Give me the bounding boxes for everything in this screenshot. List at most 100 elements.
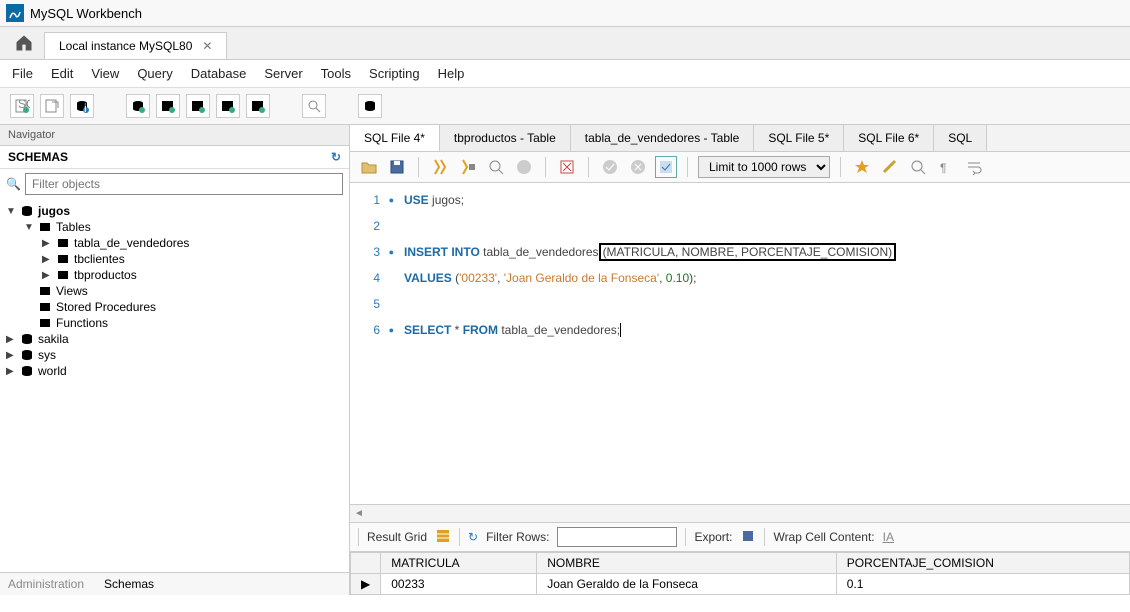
menu-file[interactable]: File — [12, 66, 33, 81]
line-number: 5 — [350, 291, 380, 317]
tab-administration[interactable]: Administration — [8, 577, 84, 591]
search-icon: 🔍 — [6, 177, 21, 191]
refresh-icon[interactable]: ↻ — [331, 150, 341, 164]
query-tab-vendedores[interactable]: tabla_de_vendedores - Table — [571, 125, 755, 151]
favorite-icon[interactable] — [851, 156, 873, 178]
connection-tab[interactable]: Local instance MySQL80 ✕ — [44, 32, 227, 59]
query-tab-tbproductos[interactable]: tbproductos - Table — [440, 125, 571, 151]
table-tbclientes[interactable]: tbclientes — [74, 252, 125, 266]
sql-editor[interactable]: 1 2 3 4 5 6 USE jugos; INSERT INTO tabla… — [350, 183, 1130, 504]
result-grid-label: Result Grid — [367, 530, 427, 544]
horizontal-scrollbar[interactable] — [350, 504, 1130, 522]
line-number: 1 — [350, 187, 380, 213]
table-tabla-de-vendedores[interactable]: tabla_de_vendedores — [74, 236, 189, 250]
execute-icon[interactable] — [429, 156, 451, 178]
new-table-icon[interactable] — [156, 94, 180, 118]
svg-text:¶: ¶ — [940, 161, 946, 175]
menu-query[interactable]: Query — [137, 66, 172, 81]
explain-icon[interactable] — [485, 156, 507, 178]
line-number: 4 — [350, 265, 380, 291]
open-sql-icon[interactable] — [40, 94, 64, 118]
schema-tree[interactable]: ▼jugos ▼Tables ▶tabla_de_vendedores ▶tbc… — [0, 199, 349, 572]
new-schema-icon[interactable] — [126, 94, 150, 118]
cell-porcentaje[interactable]: 0.1 — [836, 574, 1129, 595]
new-function-icon[interactable] — [246, 94, 270, 118]
filter-rows-input[interactable] — [557, 527, 677, 547]
wrap-icon[interactable] — [963, 156, 985, 178]
db-world[interactable]: world — [38, 364, 67, 378]
col-nombre[interactable]: NOMBRE — [537, 553, 837, 574]
line-number: 3 — [350, 239, 380, 265]
query-tab-more[interactable]: SQL — [934, 125, 987, 151]
autocommit-icon[interactable] — [655, 156, 677, 178]
menu-edit[interactable]: Edit — [51, 66, 73, 81]
home-button[interactable] — [4, 27, 44, 59]
main-toolbar: SQL i — [0, 88, 1130, 125]
close-icon[interactable]: ✕ — [202, 39, 212, 53]
execute-current-icon[interactable] — [457, 156, 479, 178]
filter-objects-input[interactable] — [25, 173, 343, 195]
cell-matricula[interactable]: 00233 — [381, 574, 537, 595]
filter-rows-label: Filter Rows: — [486, 530, 549, 544]
col-matricula[interactable]: MATRICULA — [381, 553, 537, 574]
table-row[interactable]: ▶ 00233 Joan Geraldo de la Fonseca 0.1 — [351, 574, 1130, 595]
open-file-icon[interactable] — [358, 156, 380, 178]
db-jugos[interactable]: jugos — [38, 204, 70, 218]
db-sakila[interactable]: sakila — [38, 332, 69, 346]
limit-rows-select[interactable]: Limit to 1000 rows — [698, 156, 830, 178]
app-title: MySQL Workbench — [30, 6, 142, 21]
new-procedure-icon[interactable] — [216, 94, 240, 118]
query-tab-sqlfile6[interactable]: SQL File 6* — [844, 125, 934, 151]
menu-tools[interactable]: Tools — [321, 66, 351, 81]
highlighted-columns: (MATRICULA, NOMBRE, PORCENTAJE_COMISION) — [599, 243, 897, 261]
folder-tables[interactable]: Tables — [56, 220, 91, 234]
query-tab-sqlfile5[interactable]: SQL File 5* — [754, 125, 844, 151]
line-number: 2 — [350, 213, 380, 239]
navigator-header: Navigator — [0, 125, 349, 146]
menu-view[interactable]: View — [91, 66, 119, 81]
export-label: Export: — [694, 530, 732, 544]
db-sys[interactable]: sys — [38, 348, 56, 362]
col-porcentaje[interactable]: PORCENTAJE_COMISION — [836, 553, 1129, 574]
find-icon[interactable] — [907, 156, 929, 178]
inspector-icon[interactable]: i — [70, 94, 94, 118]
editor-toolbar: Limit to 1000 rows ¶ — [350, 152, 1130, 183]
rebuild-icon[interactable] — [358, 94, 382, 118]
new-sql-tab-icon[interactable]: SQL — [10, 94, 34, 118]
menu-database[interactable]: Database — [191, 66, 247, 81]
menu-bar: File Edit View Query Database Server Too… — [0, 60, 1130, 88]
query-tab-sqlfile4[interactable]: SQL File 4* — [350, 125, 440, 152]
stop-on-error-icon[interactable] — [556, 156, 578, 178]
folder-functions[interactable]: Functions — [56, 316, 108, 330]
save-icon[interactable] — [386, 156, 408, 178]
menu-help[interactable]: Help — [438, 66, 465, 81]
navigator-panel: Navigator SCHEMAS ↻ 🔍 ▼jugos ▼Tables ▶ta… — [0, 125, 350, 595]
refresh-result-icon[interactable]: ↻ — [468, 530, 478, 544]
row-selector-icon[interactable]: ▶ — [351, 574, 381, 595]
cell-nombre[interactable]: Joan Geraldo de la Fonseca — [537, 574, 837, 595]
grid-view-icon[interactable] — [435, 528, 451, 547]
menu-server[interactable]: Server — [264, 66, 302, 81]
stop-icon[interactable] — [513, 156, 535, 178]
tab-schemas[interactable]: Schemas — [104, 577, 154, 591]
navigator-footer-tabs: Administration Schemas — [0, 572, 349, 595]
rollback-icon[interactable] — [627, 156, 649, 178]
export-icon[interactable] — [740, 528, 756, 547]
wrap-cell-icon[interactable]: IA — [883, 530, 894, 544]
beautify-icon[interactable] — [879, 156, 901, 178]
commit-icon[interactable] — [599, 156, 621, 178]
app-logo-icon — [6, 4, 24, 22]
folder-stored-procedures[interactable]: Stored Procedures — [56, 300, 156, 314]
query-tabs: SQL File 4* tbproductos - Table tabla_de… — [350, 125, 1130, 152]
menu-scripting[interactable]: Scripting — [369, 66, 420, 81]
invisible-chars-icon[interactable]: ¶ — [935, 156, 957, 178]
new-view-icon[interactable] — [186, 94, 210, 118]
title-bar: MySQL Workbench — [0, 0, 1130, 27]
folder-views[interactable]: Views — [56, 284, 88, 298]
table-tbproductos[interactable]: tbproductos — [74, 268, 137, 282]
result-toolbar: Result Grid ↻ Filter Rows: Export: Wrap … — [350, 522, 1130, 552]
connection-tab-strip: Local instance MySQL80 ✕ — [0, 27, 1130, 60]
wrap-cell-label: Wrap Cell Content: — [773, 530, 874, 544]
search-table-icon[interactable] — [302, 94, 326, 118]
result-grid[interactable]: MATRICULA NOMBRE PORCENTAJE_COMISION ▶ 0… — [350, 552, 1130, 595]
